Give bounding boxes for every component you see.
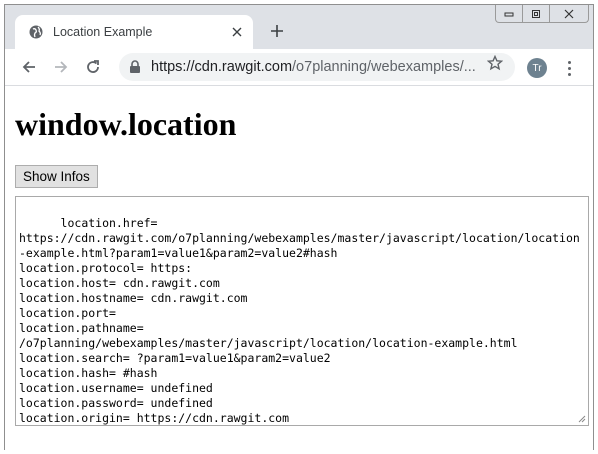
output-textarea[interactable]: location.href= https://cdn.rawgit.com/o7… xyxy=(15,196,589,426)
browser-window: Location Example https://cdn.rawgit.com/… xyxy=(4,4,594,450)
resize-handle-icon[interactable] xyxy=(578,415,586,423)
back-icon xyxy=(22,61,35,73)
plus-icon xyxy=(271,25,283,37)
show-infos-button[interactable]: Show Infos xyxy=(15,165,98,188)
window-close-button[interactable] xyxy=(550,5,588,22)
restore-button[interactable] xyxy=(523,5,550,22)
output-text: location.href= https://cdn.rawgit.com/o7… xyxy=(19,216,580,425)
url-text: https://cdn.rawgit.com/o7planning/webexa… xyxy=(151,59,476,75)
star-icon[interactable] xyxy=(487,55,503,71)
close-icon xyxy=(232,27,242,37)
minimize-icon xyxy=(504,12,514,16)
url-domain: https://cdn.rawgit.com xyxy=(151,59,293,75)
window-close-icon xyxy=(564,9,574,18)
tab-close-button[interactable] xyxy=(229,24,245,40)
globe-icon xyxy=(29,25,43,39)
browser-toolbar: https://cdn.rawgit.com/o7planning/webexa… xyxy=(5,49,593,86)
url-path: /o7planning/webexamples/... xyxy=(292,59,476,75)
browser-tab[interactable]: Location Example xyxy=(15,15,253,49)
restore-icon xyxy=(532,9,540,18)
tab-title: Location Example xyxy=(53,25,153,39)
new-tab-button[interactable] xyxy=(267,21,287,41)
back-button[interactable] xyxy=(18,56,40,78)
forward-icon xyxy=(55,61,68,73)
reload-icon xyxy=(87,60,99,73)
address-bar[interactable]: https://cdn.rawgit.com/o7planning/webexa… xyxy=(119,53,515,81)
page-content: window.location Show Infos location.href… xyxy=(5,86,593,450)
lock-icon xyxy=(130,60,140,73)
minimize-button[interactable] xyxy=(496,5,523,22)
reload-button[interactable] xyxy=(82,56,104,78)
avatar[interactable]: Tr xyxy=(527,58,547,78)
window-controls xyxy=(495,5,589,23)
page-title: window.location xyxy=(15,106,237,142)
menu-icon[interactable] xyxy=(561,58,577,78)
forward-button[interactable] xyxy=(50,56,72,78)
title-bar: Location Example xyxy=(5,5,593,49)
